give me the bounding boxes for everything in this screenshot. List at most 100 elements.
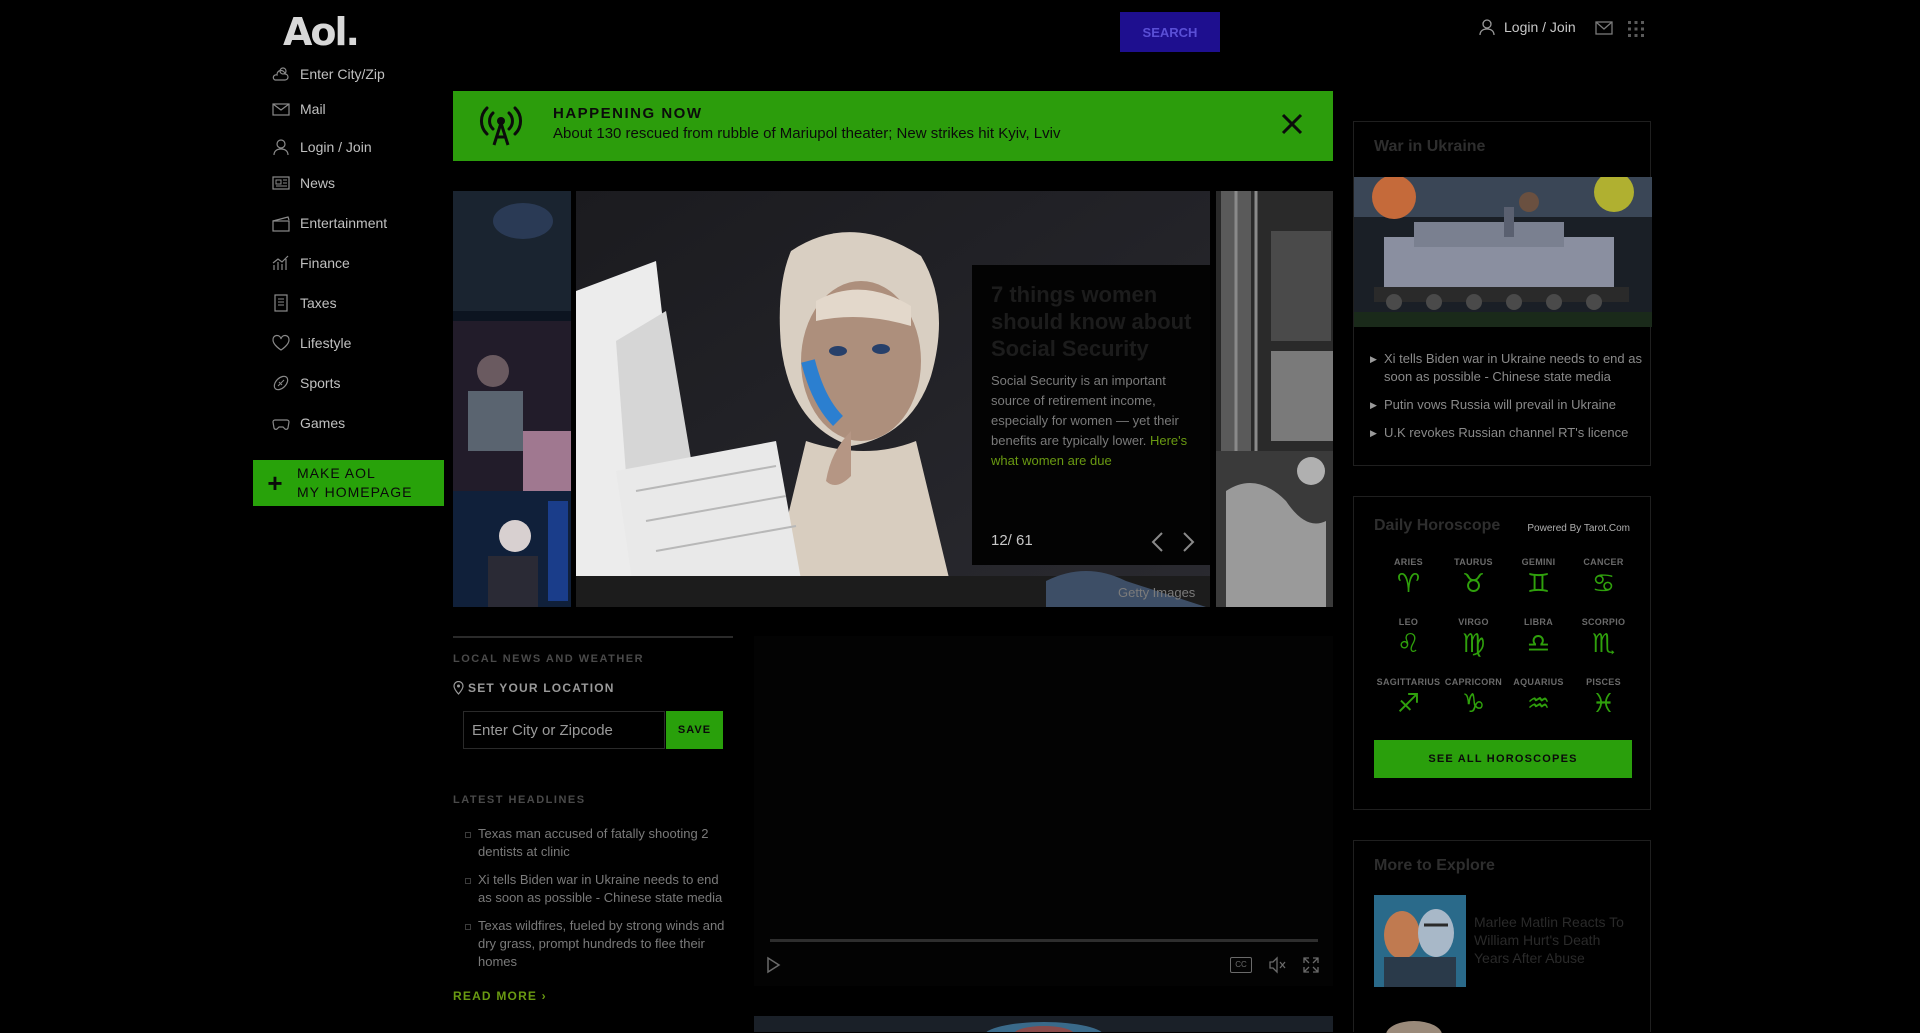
- panel-title[interactable]: War in Ukraine: [1374, 138, 1485, 156]
- cancer-icon: ♋︎: [1591, 569, 1616, 599]
- gamepad-icon: [272, 419, 290, 430]
- list-item[interactable]: Xi tells Biden war in Ukraine needs to e…: [1370, 350, 1642, 386]
- section-divider: [453, 636, 733, 638]
- scorpio-icon: ♏︎: [1591, 629, 1616, 659]
- zodiac-leo[interactable]: LEO ♌︎: [1376, 617, 1441, 661]
- sidebar-item-games[interactable]: Games: [272, 411, 345, 435]
- broadcast-icon: [480, 106, 522, 146]
- save-location-button[interactable]: SAVE: [666, 711, 723, 749]
- list-item[interactable]: U.K revokes Russian channel RT's licence: [1370, 424, 1642, 442]
- zodiac-libra[interactable]: LIBRA ♎︎: [1506, 617, 1571, 661]
- clapper-icon: [272, 216, 290, 232]
- latest-headlines-list: Texas man accused of fatally shooting 2 …: [465, 825, 735, 981]
- zodiac-aquarius[interactable]: AQUARIUS ♒︎: [1506, 677, 1571, 721]
- zodiac-virgo[interactable]: VIRGO ♍︎: [1441, 617, 1506, 661]
- zodiac-cancer[interactable]: CANCER ♋︎: [1571, 557, 1636, 601]
- gemini-icon: ♊︎: [1526, 569, 1551, 599]
- sidebar-item-label: Lifestyle: [300, 335, 352, 351]
- list-item[interactable]: Xi tells Biden war in Ukraine needs to e…: [465, 871, 735, 907]
- fullscreen-icon[interactable]: [1302, 956, 1320, 974]
- banner-headline[interactable]: About 130 rescued from rubble of Mariupo…: [553, 125, 1060, 142]
- chevron-right-icon[interactable]: [1182, 531, 1196, 553]
- header-login-link[interactable]: Login / Join: [1478, 18, 1576, 36]
- sidebar-item-entertainment[interactable]: Entertainment: [272, 211, 387, 235]
- sidebar-item-label: Finance: [300, 255, 350, 271]
- carousel-next-slide-image[interactable]: [1216, 191, 1333, 607]
- chevron-left-icon[interactable]: [1150, 531, 1164, 553]
- list-item[interactable]: Texas wildfires, fueled by strong winds …: [465, 917, 735, 971]
- sidebar-item-news[interactable]: News: [272, 171, 335, 195]
- explore-thumbnail: [1374, 895, 1466, 987]
- closed-captions-button[interactable]: CC: [1230, 957, 1252, 973]
- sidebar-item-label: Sports: [300, 375, 341, 391]
- sidebar-item-label: Taxes: [300, 295, 337, 311]
- sidebar-item-lifestyle[interactable]: Lifestyle: [272, 331, 351, 355]
- panel-title: More to Explore: [1374, 857, 1495, 874]
- sidebar-item-finance[interactable]: Finance: [272, 251, 350, 275]
- zodiac-sagittarius[interactable]: SAGITTARIUS ♐︎: [1376, 677, 1441, 721]
- sidebar-item-mail[interactable]: Mail: [272, 97, 326, 121]
- set-location: SET YOUR LOCATION: [453, 681, 615, 695]
- weather-icon: [272, 67, 289, 81]
- read-more-link[interactable]: READ MORE ›: [453, 989, 547, 1003]
- image-credit: Getty Images: [1118, 585, 1196, 600]
- virgo-icon: ♍︎: [1461, 629, 1486, 659]
- slide-title[interactable]: 7 things women should know about Social …: [991, 281, 1201, 362]
- search-button[interactable]: SEARCH: [1120, 12, 1220, 52]
- zodiac-capricorn[interactable]: CAPRICORN ♑︎: [1441, 677, 1506, 721]
- more-to-explore-panel: More to Explore Marlee Matlin Reacts To …: [1353, 840, 1651, 1033]
- carousel-prev-slide-image[interactable]: [453, 191, 571, 607]
- zip-input[interactable]: [463, 711, 665, 749]
- zodiac-gemini[interactable]: GEMINI ♊︎: [1506, 557, 1571, 601]
- make-aol-homepage-button[interactable]: + MAKE AOL MY HOMEPAGE: [253, 460, 444, 506]
- sidebar-item-weather[interactable]: Enter City/Zip: [272, 62, 385, 86]
- slide-description: Social Security is an important source o…: [991, 373, 1188, 468]
- libra-icon: ♎︎: [1526, 629, 1551, 659]
- explore-thumbnail-2[interactable]: [1374, 1017, 1444, 1033]
- sidebar-item-label: Enter City/Zip: [300, 66, 385, 82]
- aquarius-icon: ♒︎: [1526, 689, 1551, 719]
- sidebar-item-label: Mail: [300, 101, 326, 117]
- mail-icon[interactable]: [1595, 20, 1613, 36]
- ukraine-image[interactable]: [1354, 172, 1652, 327]
- list-item[interactable]: Putin vows Russia will prevail in Ukrain…: [1370, 396, 1642, 414]
- list-item[interactable]: Texas man accused of fatally shooting 2 …: [465, 825, 735, 861]
- zodiac-taurus[interactable]: TAURUS ♉︎: [1441, 557, 1506, 601]
- see-all-horoscopes-button[interactable]: SEE ALL HOROSCOPES: [1374, 740, 1632, 778]
- happening-now-banner[interactable]: HAPPENING NOW About 130 rescued from rub…: [453, 91, 1333, 161]
- video-player[interactable]: CC: [754, 636, 1333, 986]
- local-news-heading: LOCAL NEWS AND WEATHER: [453, 653, 645, 665]
- daily-horoscope-panel: Daily Horoscope Powered By Tarot.Com ARI…: [1353, 496, 1651, 810]
- mute-icon[interactable]: [1268, 956, 1286, 974]
- explore-item[interactable]: Marlee Matlin Reacts To William Hurt's D…: [1374, 895, 1624, 987]
- ukraine-headlines-list: Xi tells Biden war in Ukraine needs to e…: [1370, 350, 1642, 452]
- user-icon: [273, 139, 289, 156]
- sidebar-item-label: Games: [300, 415, 346, 431]
- heart-icon: [272, 334, 290, 351]
- football-icon: [273, 375, 289, 391]
- header-icon-group: [1595, 20, 1645, 38]
- explore-headline[interactable]: Marlee Matlin Reacts To William Hurt's D…: [1474, 895, 1624, 987]
- taxes-icon: [274, 294, 288, 312]
- latest-headlines-heading: LATEST HEADLINES: [453, 794, 586, 806]
- apps-grid-icon[interactable]: [1627, 20, 1645, 38]
- zodiac-pisces[interactable]: PISCES ♓︎: [1571, 677, 1636, 721]
- chart-icon: [272, 255, 289, 270]
- aol-logo[interactable]: Aol.: [283, 10, 360, 54]
- leo-icon: ♌︎: [1396, 629, 1421, 659]
- play-icon[interactable]: [764, 956, 782, 974]
- news-icon: [272, 176, 290, 190]
- sidebar-item-sports[interactable]: Sports: [272, 371, 340, 395]
- powered-by: Powered By Tarot.Com: [1527, 523, 1630, 534]
- banner-title: HAPPENING NOW: [553, 105, 703, 122]
- zodiac-scorpio[interactable]: SCORPIO ♏︎: [1571, 617, 1636, 661]
- zodiac-aries[interactable]: ARIES ♈︎: [1376, 557, 1441, 601]
- next-article-image[interactable]: [754, 1016, 1333, 1032]
- video-progress-bar[interactable]: [770, 939, 1318, 942]
- zodiac-grid: ARIES ♈︎ TAURUS ♉︎ GEMINI ♊︎ CANCER ♋︎ LEO ♌︎…: [1376, 557, 1636, 721]
- sidebar-item-login[interactable]: Login / Join: [272, 135, 372, 159]
- sidebar-item-taxes[interactable]: Taxes: [272, 291, 337, 315]
- location-pin-icon: [453, 681, 464, 695]
- capricorn-icon: ♑︎: [1461, 689, 1486, 719]
- close-icon[interactable]: [1279, 111, 1305, 137]
